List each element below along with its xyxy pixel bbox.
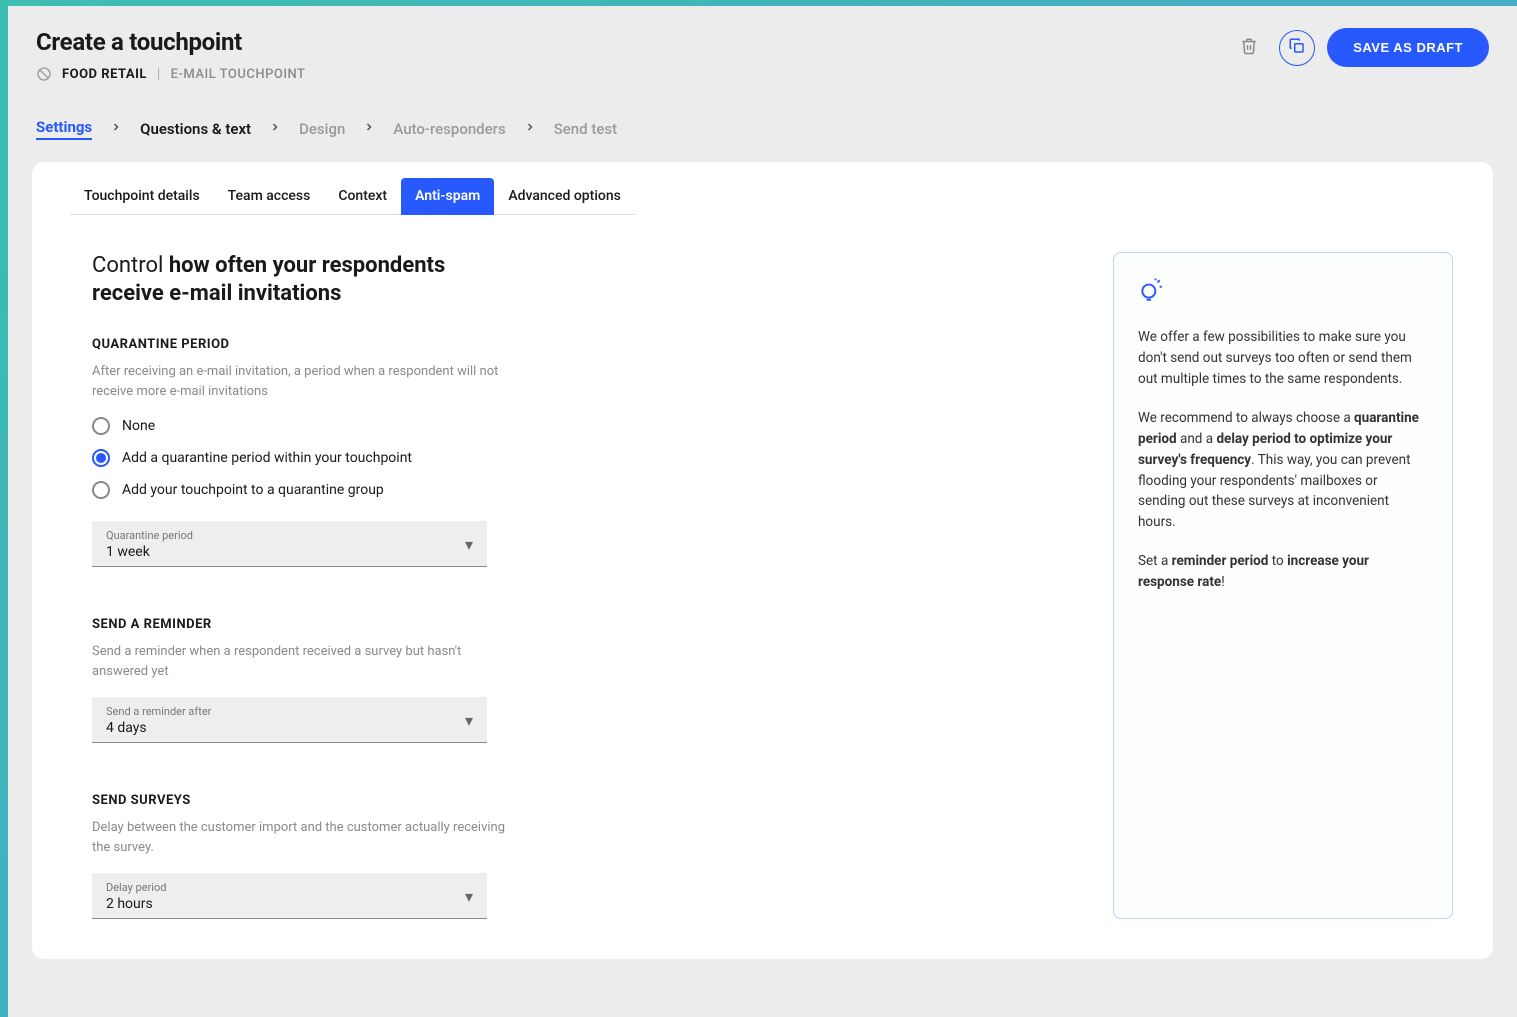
quarantine-label: QUARANTINE PERIOD [92, 337, 512, 352]
wizard-steps: Settings Questions & text Design Auto-re… [8, 100, 1517, 162]
chevron-right-icon [363, 121, 375, 137]
send-surveys-desc: Delay between the customer import and th… [92, 818, 512, 857]
tab-context[interactable]: Context [324, 178, 401, 215]
tab-anti-spam[interactable]: Anti-spam [401, 178, 494, 215]
step-design[interactable]: Design [299, 120, 345, 138]
delete-button[interactable] [1231, 30, 1267, 66]
step-send-test[interactable]: Send test [554, 120, 617, 138]
breadcrumb-separator: | [157, 67, 161, 82]
caret-down-icon: ▾ [465, 887, 473, 906]
radio-label: None [122, 418, 155, 434]
radio-label: Add a quarantine period within your touc… [122, 450, 412, 466]
copy-icon [1288, 37, 1306, 58]
caret-down-icon: ▾ [465, 711, 473, 730]
page-header: Create a touchpoint FOOD RETAIL | E-MAIL… [8, 6, 1517, 100]
chevron-right-icon [524, 121, 536, 137]
dropdown-value: 1 week [106, 544, 193, 560]
radio-icon [92, 417, 110, 435]
page-title: Create a touchpoint [36, 28, 305, 56]
dropdown-label: Quarantine period [106, 529, 193, 542]
step-settings[interactable]: Settings [36, 118, 92, 140]
info-p2: We recommend to always choose a quaranti… [1138, 408, 1428, 534]
radio-none[interactable]: None [92, 417, 512, 435]
trash-icon [1240, 37, 1258, 58]
radio-quarantine-group[interactable]: Add your touchpoint to a quarantine grou… [92, 481, 512, 499]
reminder-label: SEND A REMINDER [92, 617, 512, 632]
tab-team-access[interactable]: Team access [214, 178, 325, 215]
caret-down-icon: ▾ [465, 535, 473, 554]
chevron-right-icon [269, 121, 281, 137]
dropdown-label: Send a reminder after [106, 705, 211, 718]
subtabs: Touchpoint details Team access Context A… [32, 162, 1493, 216]
org-icon [36, 66, 52, 82]
radio-label: Add your touchpoint to a quarantine grou… [122, 482, 384, 498]
step-questions[interactable]: Questions & text [140, 120, 251, 138]
save-draft-button[interactable]: SAVE AS DRAFT [1327, 28, 1489, 67]
info-p3: Set a reminder period to increase your r… [1138, 551, 1428, 593]
radio-icon [92, 449, 110, 467]
breadcrumb: FOOD RETAIL | E-MAIL TOUCHPOINT [36, 66, 305, 82]
step-autoresponders[interactable]: Auto-responders [393, 120, 505, 138]
quarantine-desc: After receiving an e-mail invitation, a … [92, 362, 512, 401]
info-panel: We offer a few possibilities to make sur… [1113, 252, 1453, 919]
breadcrumb-type: E-MAIL TOUCHPOINT [171, 67, 306, 82]
settings-card: Touchpoint details Team access Context A… [32, 162, 1493, 959]
radio-icon [92, 481, 110, 499]
duplicate-button[interactable] [1279, 30, 1315, 66]
delay-period-dropdown[interactable]: Delay period 2 hours ▾ [92, 873, 487, 919]
tab-advanced[interactable]: Advanced options [494, 178, 635, 215]
info-p1: We offer a few possibilities to make sur… [1138, 327, 1428, 390]
chevron-right-icon [110, 121, 122, 137]
quarantine-radio-group: None Add a quarantine period within your… [92, 417, 512, 499]
reminder-desc: Send a reminder when a respondent receiv… [92, 642, 512, 681]
quarantine-period-dropdown[interactable]: Quarantine period 1 week ▾ [92, 521, 487, 567]
breadcrumb-org: FOOD RETAIL [62, 67, 147, 82]
form-title: Control how often your respondents recei… [92, 252, 512, 307]
send-surveys-label: SEND SURVEYS [92, 793, 512, 808]
dropdown-value: 4 days [106, 720, 211, 736]
lightbulb-icon [1138, 277, 1428, 307]
dropdown-label: Delay period [106, 881, 166, 894]
dropdown-value: 2 hours [106, 896, 166, 912]
tab-touchpoint-details[interactable]: Touchpoint details [70, 178, 214, 215]
reminder-dropdown[interactable]: Send a reminder after 4 days ▾ [92, 697, 487, 743]
radio-within-touchpoint[interactable]: Add a quarantine period within your touc… [92, 449, 512, 467]
